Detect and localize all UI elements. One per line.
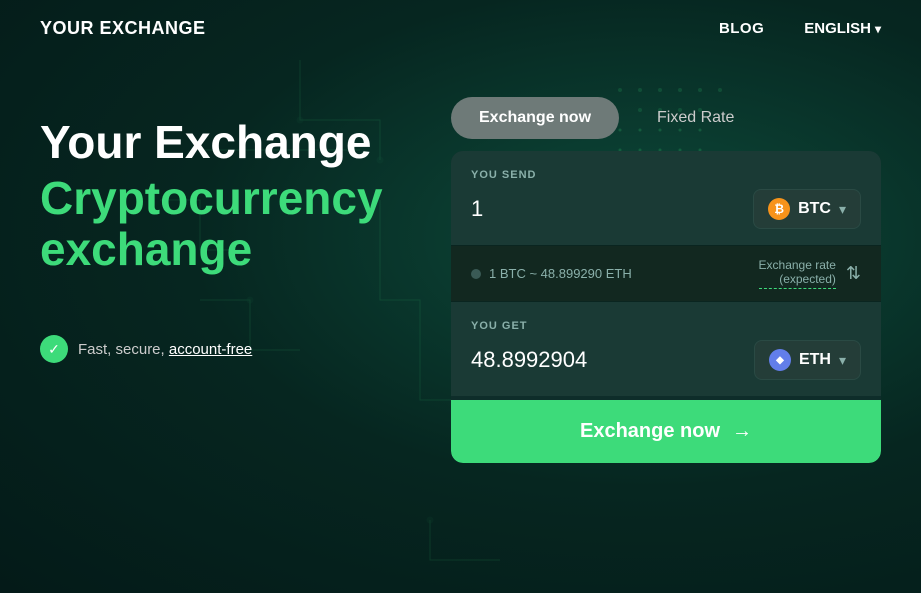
tab-fixed-rate[interactable]: Fixed Rate: [629, 97, 762, 139]
send-row: ₿ BTC ▾: [471, 189, 861, 229]
rate-dot-icon: [471, 269, 481, 279]
send-amount-input[interactable]: [471, 196, 671, 222]
widget-tabs: Exchange now Fixed Rate: [451, 97, 881, 139]
get-currency-chevron-icon: ▾: [839, 352, 846, 369]
hero-badge: ✓ Fast, secure, account-free: [40, 335, 391, 363]
check-icon: ✓: [40, 335, 68, 363]
get-currency-name: ETH: [799, 351, 831, 369]
get-row: 48.8992904 ◆ ETH ▾: [471, 340, 861, 380]
brand-logo: YOUR EXCHANGE: [40, 18, 206, 39]
swap-icon[interactable]: ⇅: [846, 263, 861, 284]
widget-body: YOU SEND ₿ BTC ▾ 1 BTC ~ 48.899290 ETH: [451, 151, 881, 463]
exchange-now-button[interactable]: Exchange now →: [451, 400, 881, 463]
hero-title-line1: Your Exchange: [40, 117, 391, 168]
exchange-widget: Exchange now Fixed Rate YOU SEND ₿ BTC ▾: [451, 97, 881, 463]
exchange-btn-label: Exchange now: [580, 420, 720, 443]
get-section: YOU GET 48.8992904 ◆ ETH ▾: [451, 302, 881, 396]
send-label: YOU SEND: [471, 169, 861, 181]
arrow-right-icon: →: [732, 420, 752, 443]
navbar-right: BLOG ENGLISH ▾: [719, 20, 881, 37]
lang-chevron-icon: ▾: [875, 22, 881, 36]
send-currency-chevron-icon: ▾: [839, 201, 846, 218]
blog-link[interactable]: BLOG: [719, 20, 764, 37]
get-currency-selector[interactable]: ◆ ETH ▾: [754, 340, 861, 380]
hero-title-line3: exchange: [40, 224, 391, 275]
send-currency-name: BTC: [798, 200, 831, 218]
hero-badge-text: Fast, secure, account-free: [78, 341, 252, 358]
btc-icon: ₿: [768, 198, 790, 220]
rate-expected-text: Exchange rate (expected): [759, 258, 836, 289]
rate-info: 1 BTC ~ 48.899290 ETH: [471, 266, 632, 281]
rate-text: 1 BTC ~ 48.899290 ETH: [489, 266, 632, 281]
rate-expected-label: Exchange rate (expected): [759, 258, 836, 289]
rate-row: 1 BTC ~ 48.899290 ETH Exchange rate (exp…: [451, 246, 881, 302]
send-section: YOU SEND ₿ BTC ▾: [451, 151, 881, 246]
navbar: YOUR EXCHANGE BLOG ENGLISH ▾: [0, 0, 921, 57]
tab-exchange-now[interactable]: Exchange now: [451, 97, 619, 139]
language-selector[interactable]: ENGLISH ▾: [804, 20, 881, 37]
account-free-link[interactable]: account-free: [169, 341, 252, 358]
get-label: YOU GET: [471, 320, 861, 332]
eth-icon: ◆: [769, 349, 791, 371]
rate-right: Exchange rate (expected) ⇅: [759, 258, 861, 289]
left-section: Your Exchange Cryptocurrency exchange ✓ …: [40, 97, 391, 363]
lang-label: ENGLISH: [804, 20, 871, 37]
hero-title-line2: Cryptocurrency: [40, 172, 391, 225]
main-content: Your Exchange Cryptocurrency exchange ✓ …: [0, 57, 921, 463]
get-amount-display: 48.8992904: [471, 347, 671, 373]
send-currency-selector[interactable]: ₿ BTC ▾: [753, 189, 861, 229]
